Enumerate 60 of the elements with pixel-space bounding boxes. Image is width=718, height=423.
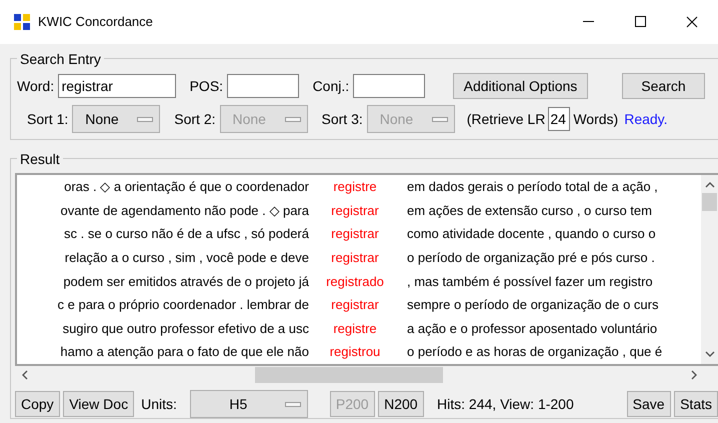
units-dropdown[interactable]: H5	[190, 390, 308, 418]
left-context: oras . ◇ a orientação é que o coordenador	[63, 178, 310, 196]
scrollbar-thumb[interactable]	[702, 193, 717, 211]
right-context: sempre o período de organização de o curs	[406, 296, 660, 314]
scroll-up-icon[interactable]	[704, 181, 714, 189]
sort-label: Sort 3:	[322, 110, 363, 128]
keyword-text: registrar	[330, 225, 380, 244]
left-context: relação a o curso , sim , você pode e deve	[64, 248, 310, 267]
maximize-icon[interactable]	[634, 16, 646, 28]
left-context: ovante de agendamento não pode . ◇ para	[59, 202, 310, 220]
keyword-text: registrou	[328, 343, 382, 362]
right-context: o período de organização pré e pós curso .	[406, 248, 656, 267]
search-button[interactable]: Search	[622, 73, 705, 99]
close-icon[interactable]	[686, 16, 698, 28]
keyword-text: registre	[332, 178, 378, 196]
retrieve-label: Words)	[573, 110, 618, 129]
scrollbar-thumb[interactable]	[255, 367, 443, 383]
units-label: Units:	[141, 394, 177, 414]
next-page-button[interactable]: N200	[378, 391, 424, 417]
left-context: c e para o próprio coordenador . lembrar de	[56, 296, 310, 314]
keyword-text: registrar	[330, 202, 380, 220]
conj-field[interactable]	[352, 74, 425, 98]
scroll-left-icon[interactable]	[21, 370, 29, 380]
left-context: hamo a atenção para o fato de que ele não	[59, 343, 310, 362]
left-context: sugiro que outro professor efetivo de a usc	[62, 320, 310, 338]
field-label: Conj.:	[312, 76, 350, 96]
word-field[interactable]: registrar	[58, 74, 176, 98]
right-context: como atividade docente , quando o curso o	[406, 225, 657, 244]
field-label: Word:	[17, 76, 54, 96]
view-doc-button[interactable]: View Doc	[63, 391, 134, 417]
field-label: POS:	[190, 76, 224, 96]
pos-field[interactable]	[226, 74, 299, 98]
scroll-down-icon[interactable]	[704, 350, 714, 358]
right-context: o período e as horas de organização , que é	[406, 343, 664, 362]
minimize-icon[interactable]	[582, 20, 594, 23]
stats-button[interactable]: Stats	[674, 391, 718, 417]
keyword-text: registrado	[325, 272, 385, 291]
left-context: podem ser emitidos através de o projeto já	[62, 272, 310, 291]
sort-dropdown[interactable]: None	[72, 105, 160, 133]
right-context: , mas também é possível fazer um registro	[406, 272, 654, 291]
vertical-scrollbar[interactable]	[701, 175, 718, 364]
scroll-right-icon[interactable]	[690, 370, 698, 380]
grid-icon	[14, 14, 30, 30]
left-context: sc . se o curso não é de a ufsc , só poderá	[63, 225, 310, 244]
right-context: em dados gerais o período total de a ação ,	[406, 178, 659, 196]
keyword-text: registrar	[330, 248, 380, 267]
save-button[interactable]: Save	[626, 391, 671, 417]
right-context: em ações de extensão curso , o curso tem	[406, 202, 653, 220]
retrieve-label: (Retrieve LR	[466, 110, 546, 129]
right-context: a ação e o professor aposentado voluntário	[406, 320, 658, 338]
additional-options-button[interactable]: Additional Options	[452, 73, 588, 99]
keyword-text: registre	[332, 320, 378, 338]
hits-text: Hits: 244, View: 1-200	[437, 394, 574, 414]
sort-label: Sort 2:	[174, 110, 216, 128]
keyword-text: registrar	[330, 296, 380, 314]
window-title: KWIC Concordance	[38, 13, 153, 32]
copy-button[interactable]: Copy	[15, 391, 60, 417]
retrieve-count-field[interactable]: 24	[548, 107, 570, 131]
status-text: Ready.	[624, 110, 668, 129]
sort-label: Sort 1:	[27, 110, 68, 128]
